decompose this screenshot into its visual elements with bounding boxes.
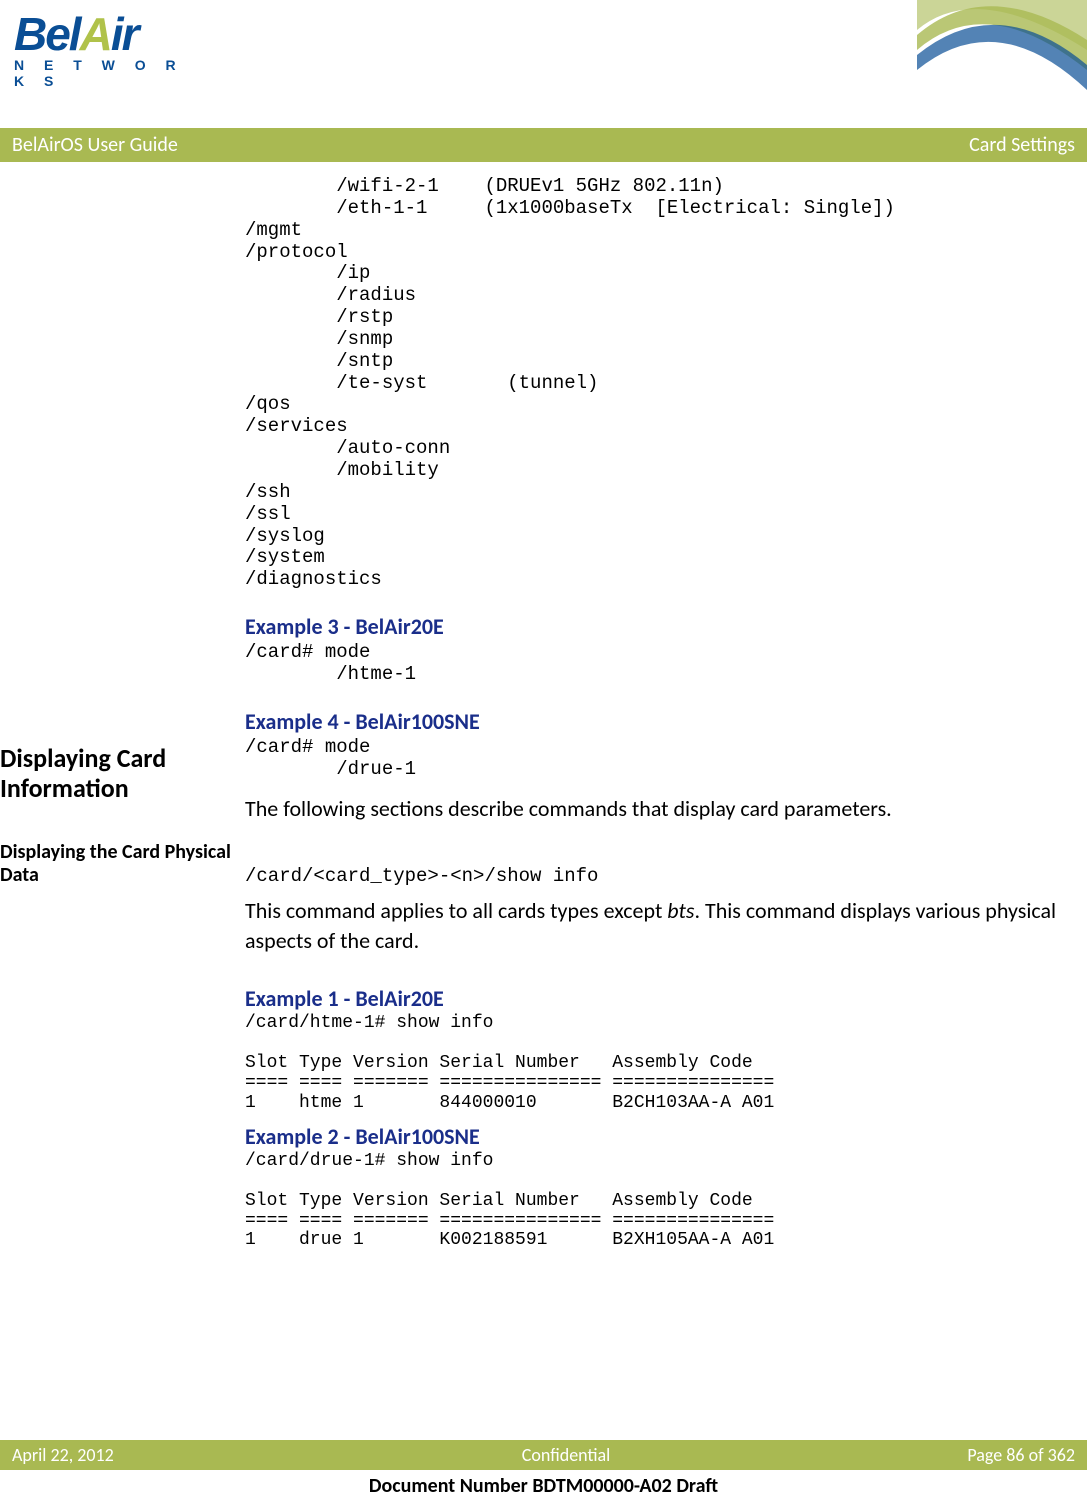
logo: BelAir N E T W O R K S <box>14 14 204 89</box>
footer-date: April 22, 2012 <box>0 1440 245 1470</box>
right-column: /wifi-2-1 (DRUEv1 5GHz 802.11n) /eth-1-1… <box>245 176 1075 1251</box>
example1b-heading: Example 1 - BelAir20E <box>245 985 1075 1012</box>
section2-body-em: bts <box>667 897 694 924</box>
section1-heading: Displaying Card Information <box>0 744 235 804</box>
header-right: Card Settings <box>969 133 1075 157</box>
content: /wifi-2-1 (DRUEv1 5GHz 802.11n) /eth-1-1… <box>0 176 1087 1251</box>
swoosh-graphic <box>917 0 1087 126</box>
section1-body: The following sections describe commands… <box>245 794 1075 824</box>
logo-bel: Bel <box>14 8 80 60</box>
logo-text: BelAir <box>14 14 204 55</box>
section2-heading-box: Displaying the Card Physical Data <box>0 841 235 887</box>
section2-heading: Displaying the Card Physical Data <box>0 841 235 887</box>
document-number: Document Number BDTM00000-A02 Draft <box>0 1474 1087 1498</box>
logo-networks: N E T W O R K S <box>14 57 204 89</box>
footer-bar: April 22, 2012 Confidential Page 86 of 3… <box>0 1440 1087 1470</box>
example2b-code: /card/drue-1# show info Slot Type Versio… <box>245 1152 1075 1251</box>
mode-tree: /wifi-2-1 (DRUEv1 5GHz 802.11n) /eth-1-1… <box>245 176 1075 591</box>
footer-page: Page 86 of 362 <box>887 1440 1087 1470</box>
logo-ir: ir <box>111 8 138 60</box>
header-bar: BelAirOS User Guide Card Settings <box>0 128 1087 162</box>
section2-cmd: /card/<card_type>-<n>/show info <box>245 866 1075 888</box>
example3-heading: Example 3 - BelAir20E <box>245 613 1075 640</box>
logo-a: A <box>80 8 111 60</box>
example2b-heading: Example 2 - BelAir100SNE <box>245 1123 1075 1150</box>
example4-code: /card# mode /drue-1 <box>245 737 1075 781</box>
section1-heading-box: Displaying Card Information <box>0 744 235 804</box>
example3-code: /card# mode /htme-1 <box>245 642 1075 686</box>
example4-heading: Example 4 - BelAir100SNE <box>245 708 1075 735</box>
header-left: BelAirOS User Guide <box>12 133 178 157</box>
example1b-code: /card/htme-1# show info Slot Type Versio… <box>245 1014 1075 1113</box>
section2-body-pre: This command applies to all cards types … <box>245 897 667 924</box>
footer-confidential: Confidential <box>245 1440 887 1470</box>
section2-body: This command applies to all cards types … <box>245 896 1075 955</box>
